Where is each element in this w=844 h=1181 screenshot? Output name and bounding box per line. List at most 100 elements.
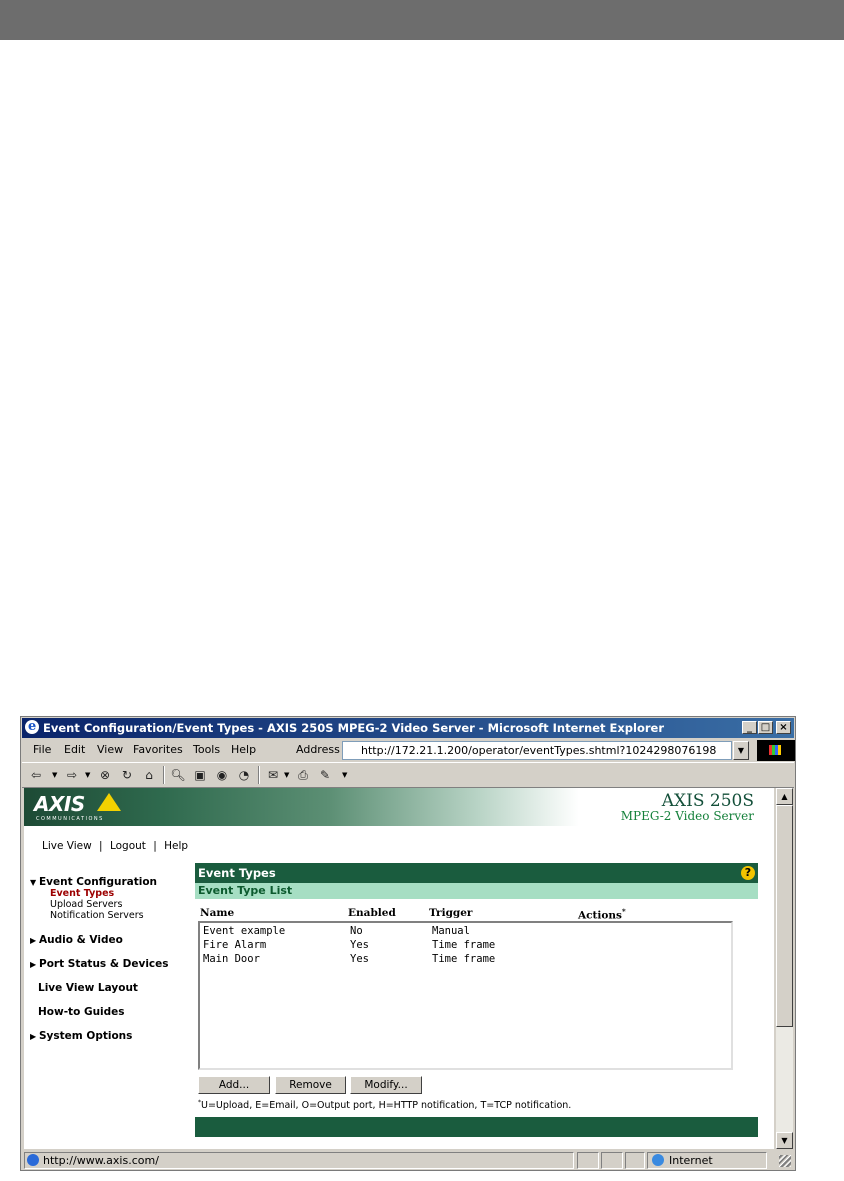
nav-event-types[interactable]: Event Types	[50, 888, 114, 899]
event-type-listbox[interactable]: Event example No Manual Fire Alarm Yes T…	[198, 921, 733, 1070]
footnote-text: U=Upload, E=Email, O=Output port, H=HTTP…	[201, 1100, 572, 1112]
event-trigger: Time frame	[432, 953, 496, 965]
product-name: AXIS 250S	[661, 791, 754, 811]
toolbar-separator	[163, 766, 165, 784]
back-icon[interactable]: ⇦	[28, 767, 44, 783]
event-name: Fire Alarm	[203, 939, 267, 951]
remove-button[interactable]: Remove	[275, 1076, 346, 1094]
column-header-name: Name	[200, 907, 235, 919]
edit-dropdown-icon[interactable]: ▼	[342, 767, 347, 783]
top-links: Live View | Logout | Help	[42, 840, 192, 852]
event-trigger: Manual	[432, 925, 470, 937]
panel-footer-bar	[195, 1117, 758, 1137]
mail-icon[interactable]: ✉	[265, 767, 281, 783]
status-bar: http://www.axis.com/ Internet	[22, 1151, 794, 1170]
nav-live-view-layout[interactable]: Live View Layout	[38, 982, 138, 994]
internet-globe-icon	[652, 1154, 664, 1166]
menu-tools[interactable]: Tools	[193, 739, 220, 761]
forward-dropdown-icon[interactable]: ▼	[85, 767, 90, 783]
panel-title-text: Event Types	[198, 866, 276, 880]
expanded-arrow-icon: ▼	[30, 878, 37, 887]
help-icon[interactable]: ?	[741, 866, 755, 880]
list-item[interactable]: Main Door Yes Time frame	[200, 953, 731, 967]
browser-window: Event Configuration/Event Types - AXIS 2…	[20, 716, 796, 1171]
live-view-link[interactable]: Live View	[42, 840, 92, 852]
menu-favorites[interactable]: Favorites	[133, 739, 183, 761]
list-item[interactable]: Event example No Manual	[200, 925, 731, 939]
nav-howto-guides[interactable]: How-to Guides	[38, 1006, 125, 1018]
windows-logo-icon	[769, 745, 781, 755]
link-divider: |	[153, 840, 157, 852]
toolbar-separator	[258, 766, 260, 784]
list-item[interactable]: Fire Alarm Yes Time frame	[200, 939, 731, 953]
status-cell	[577, 1152, 599, 1169]
history-icon[interactable]: ◔	[236, 767, 252, 783]
favorites-icon[interactable]: ▣	[192, 767, 208, 783]
product-subtitle: MPEG-2 Video Server	[620, 809, 754, 823]
scroll-up-button[interactable]: ▲	[776, 788, 793, 805]
footnote-marker: *	[621, 907, 626, 916]
axis-logo[interactable]: AXIS	[34, 792, 85, 816]
scroll-down-button[interactable]: ▼	[776, 1132, 793, 1149]
nav-event-configuration[interactable]: ▼ Event Configuration	[30, 876, 157, 888]
edit-icon[interactable]: ✎	[317, 767, 333, 783]
ie-icon	[25, 717, 39, 737]
page-content: AXIS COMMUNICATIONS AXIS 250S MPEG-2 Vid…	[24, 788, 774, 1149]
event-types-panel: Event Types ? Event Type List Name Enabl…	[195, 863, 758, 1137]
home-icon[interactable]: ⌂	[141, 767, 157, 783]
stop-icon[interactable]: ⊗	[97, 767, 113, 783]
event-name: Event example	[203, 925, 286, 937]
close-button[interactable]: ×	[776, 721, 791, 734]
nav-audio-video[interactable]: ▶ Audio & Video	[30, 934, 123, 946]
column-header-enabled: Enabled	[348, 907, 396, 919]
window-title: Event Configuration/Event Types - AXIS 2…	[43, 721, 665, 735]
forward-icon[interactable]: ⇨	[64, 767, 80, 783]
collapsed-arrow-icon: ▶	[30, 960, 37, 969]
status-cell	[625, 1152, 645, 1169]
logout-link[interactable]: Logout	[110, 840, 146, 852]
actions-footnote: *U=Upload, E=Email, O=Output port, H=HTT…	[198, 1099, 571, 1111]
collapsed-arrow-icon: ▶	[30, 1032, 37, 1041]
event-trigger: Time frame	[432, 939, 496, 951]
vertical-scrollbar[interactable]: ▲ ▼	[776, 788, 793, 1149]
nav-system-options[interactable]: ▶ System Options	[30, 1030, 132, 1042]
address-dropdown-button[interactable]: ▼	[733, 741, 749, 760]
minimize-button[interactable]: _	[742, 721, 757, 734]
column-header-actions-label: Actions	[578, 909, 622, 922]
nav-port-status[interactable]: ▶ Port Status & Devices	[30, 958, 169, 970]
refresh-icon[interactable]: ↻	[119, 767, 135, 783]
search-icon[interactable]: 🔍︎	[170, 767, 186, 783]
nav-system-options-label: System Options	[39, 1030, 133, 1042]
help-link[interactable]: Help	[164, 840, 188, 852]
axis-logo-triangle-icon	[97, 793, 121, 811]
nav-event-configuration-label: Event Configuration	[39, 876, 158, 888]
menu-help[interactable]: Help	[231, 739, 256, 761]
status-url: http://www.axis.com/	[24, 1152, 574, 1169]
mail-dropdown-icon[interactable]: ▼	[284, 767, 289, 783]
back-dropdown-icon[interactable]: ▼	[52, 767, 57, 783]
column-header-actions: Actions*	[578, 907, 626, 922]
nav-port-status-label: Port Status & Devices	[39, 958, 169, 970]
menu-edit[interactable]: Edit	[64, 739, 85, 761]
security-zone-label: Internet	[669, 1154, 713, 1167]
page-icon	[27, 1154, 39, 1166]
title-bar: Event Configuration/Event Types - AXIS 2…	[22, 717, 794, 738]
event-enabled: Yes	[350, 953, 369, 965]
media-icon[interactable]: ◉	[214, 767, 230, 783]
event-name: Main Door	[203, 953, 260, 965]
add-button[interactable]: Add...	[198, 1076, 270, 1094]
print-icon[interactable]: ⎙	[295, 767, 311, 783]
windows-logo-throbber	[757, 740, 795, 761]
scroll-thumb[interactable]	[776, 805, 793, 1027]
nav-notification-servers[interactable]: Notification Servers	[50, 910, 144, 921]
menu-file[interactable]: File	[33, 739, 51, 761]
maximize-button[interactable]: □	[758, 721, 773, 734]
menu-view[interactable]: View	[97, 739, 123, 761]
nav-upload-servers[interactable]: Upload Servers	[50, 899, 122, 910]
address-label: Address	[296, 743, 340, 756]
modify-button[interactable]: Modify...	[350, 1076, 422, 1094]
collapsed-arrow-icon: ▶	[30, 936, 37, 945]
address-input[interactable]: http://172.21.1.200/operator/eventTypes.…	[342, 741, 732, 760]
resize-grip-icon[interactable]	[779, 1155, 791, 1167]
axis-banner-image: AXIS COMMUNICATIONS	[24, 788, 579, 826]
